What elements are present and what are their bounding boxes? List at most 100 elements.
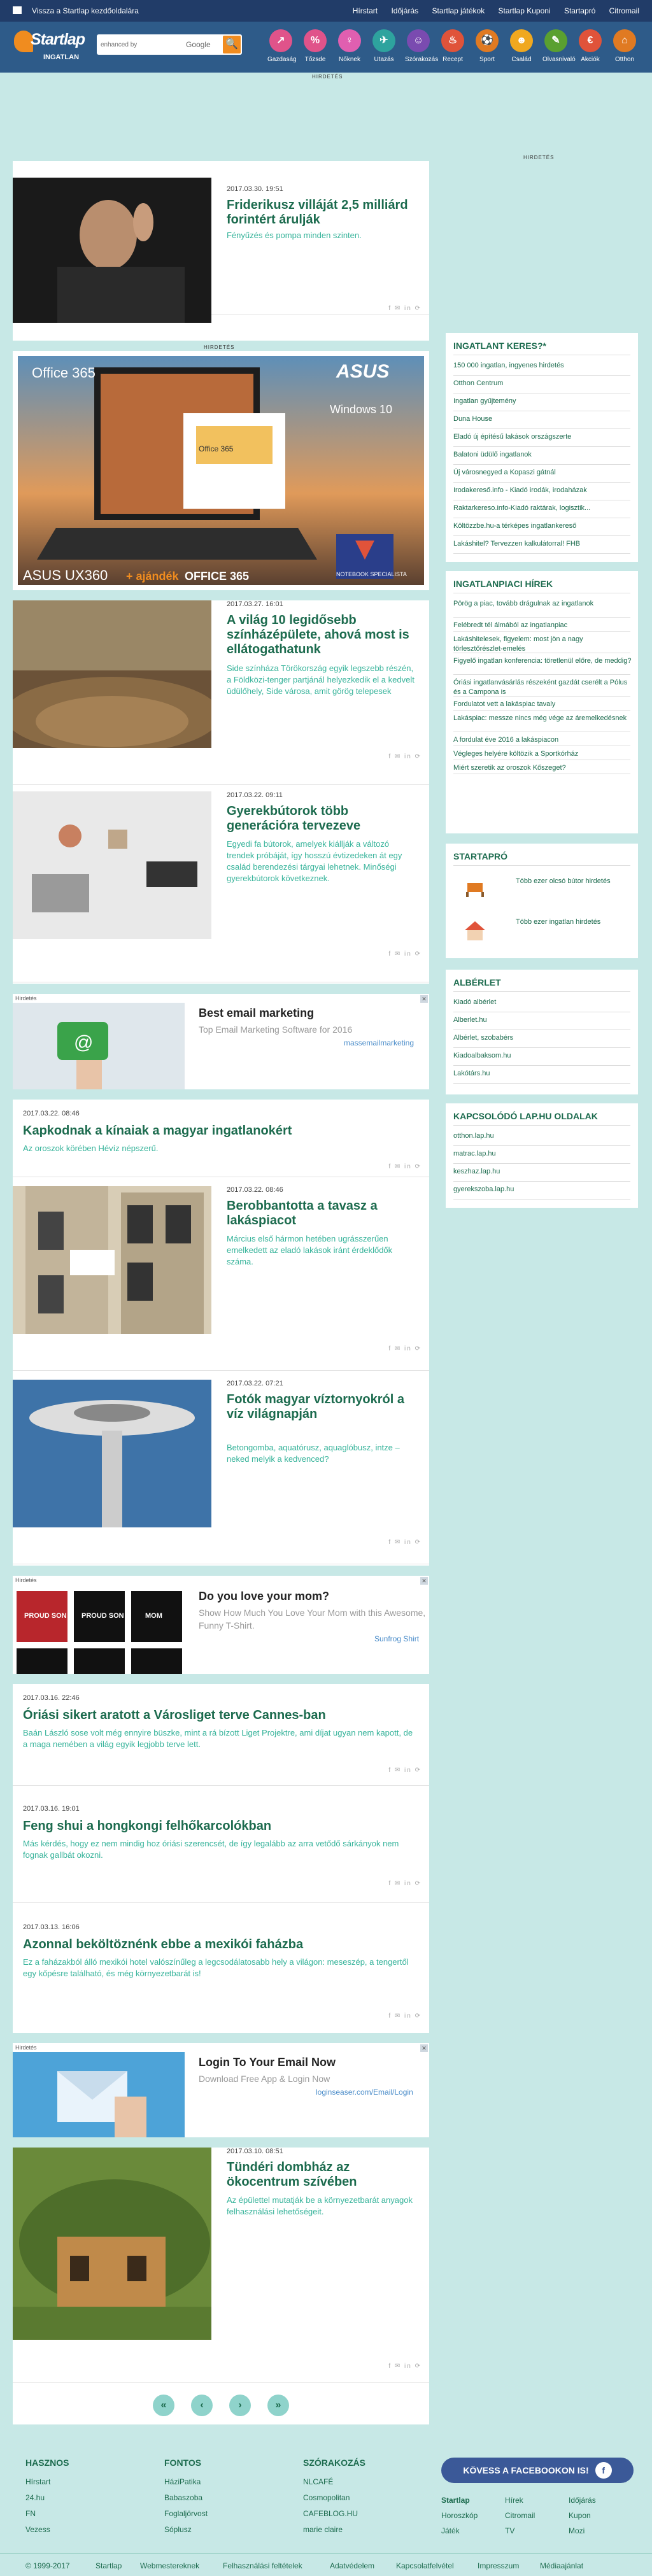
first-page-button[interactable]: « xyxy=(153,2395,174,2416)
sidebar-link[interactable]: Ingatlan gyűjtemény xyxy=(453,397,632,406)
article-card[interactable]: 2017.03.10. 08:51 Tündéri dombház az öko… xyxy=(13,2148,429,2383)
footer-link[interactable]: Foglaljörvost xyxy=(164,2506,208,2522)
share-icons[interactable]: f ✉ in ⟳ xyxy=(388,1163,422,1170)
native-ad[interactable]: Hirdetés ✕ PROUD SON PROUD SON MOM Do yo… xyxy=(13,1576,429,1684)
native-ad-title[interactable]: Login To Your Email Now xyxy=(199,2056,336,2069)
top-link-startapro[interactable]: Startapró xyxy=(564,6,595,15)
native-ad-title[interactable]: Best email marketing xyxy=(199,1007,314,1020)
sidebar-link[interactable]: Pörög a piac, tovább drágulnak az ingatl… xyxy=(453,599,632,609)
footer-link[interactable]: Startlap xyxy=(441,2496,470,2505)
next-page-button[interactable]: › xyxy=(229,2395,251,2416)
asus-banner-ad[interactable]: Office 365 ASUS Windows 10 Office 365 AS… xyxy=(13,351,429,590)
footer-link[interactable]: Vezess xyxy=(25,2522,69,2538)
category-nőknek[interactable]: ♀ Nőknek xyxy=(336,29,363,70)
sidebar-link[interactable]: Alberlet.hu xyxy=(453,1016,632,1025)
sidebar-link[interactable]: A fordulat éve 2016 a lakáspiacon xyxy=(453,735,632,745)
prev-page-button[interactable]: ‹ xyxy=(191,2395,213,2416)
sidebar-link[interactable]: Új városnegyed a Kopaszi gátnál xyxy=(453,468,632,478)
back-to-home-link[interactable]: Vissza a Startlap kezdőoldalára xyxy=(13,6,139,15)
sidebar-link[interactable]: Raktarkereso.info-Kiadó raktárak, logisz… xyxy=(453,504,632,513)
close-icon[interactable]: ✕ xyxy=(420,1577,428,1585)
sidebar-link[interactable]: keszhaz.lap.hu xyxy=(453,1167,632,1177)
sidebar-link[interactable]: gyerekszoba.lap.hu xyxy=(453,1185,632,1194)
article-card[interactable]: 2017.03.22. 09:11 Gyerekbútorok több gen… xyxy=(13,791,429,982)
footer-link[interactable]: Kapcsolatfelvétel xyxy=(396,2561,454,2570)
share-icons[interactable]: f ✉ in ⟳ xyxy=(388,1767,422,1774)
footer-link[interactable]: Játék xyxy=(441,2526,460,2535)
top-link-jatekok[interactable]: Startlap játékok xyxy=(432,6,485,15)
footer-link[interactable]: Adatvédelem xyxy=(330,2561,374,2570)
sidebar-link[interactable]: Lakótárs.hu xyxy=(453,1069,632,1079)
article-title[interactable]: Berobbantotta a tavasz a lakáspiacot xyxy=(227,1199,418,1228)
startlap-logo[interactable]: Startlap INGATLAN xyxy=(14,28,94,69)
footer-link[interactable]: 24.hu xyxy=(25,2490,69,2506)
article-title[interactable]: Friderikusz villáját 2,5 milliárd forint… xyxy=(227,198,418,227)
article-card[interactable]: 2017.03.30. 19:51 Friderikusz villáját 2… xyxy=(13,170,429,323)
category-gazdaság[interactable]: ↗ Gazdaság xyxy=(267,29,297,70)
footer-link[interactable]: Horoszkóp xyxy=(441,2511,478,2520)
sidebar-link[interactable]: Végleges helyére költözik a Sportkórház xyxy=(453,749,632,759)
footer-link[interactable]: FN xyxy=(25,2506,69,2522)
sidebar-link[interactable]: Duna House xyxy=(453,414,632,424)
sidebar-link[interactable]: Fordulatot vett a lakáspiac tavaly xyxy=(453,700,632,709)
category-sport[interactable]: ⚽ Sport xyxy=(474,29,500,70)
sidebar-link[interactable]: Lakáshitel? Tervezzen kalkulátorral! FHB xyxy=(453,539,632,549)
footer-link[interactable]: CAFEBLOG.HU xyxy=(303,2506,365,2522)
article-card[interactable]: 2017.03.13. 16:06 Azonnal beköltöznénk e… xyxy=(13,1913,429,2034)
startapro-link[interactable]: Több ezer olcsó bútor hirdetés xyxy=(516,877,630,886)
article-title[interactable]: Óriási sikert aratott a Városliget terve… xyxy=(23,1708,418,1723)
article-title[interactable]: Feng shui a hongkongi felhőkarcolókban xyxy=(23,1819,418,1834)
share-icons[interactable]: f ✉ in ⟳ xyxy=(388,1880,422,1887)
sidebar-link[interactable]: Lakáspiac: messze nincs még vége az árem… xyxy=(453,714,632,723)
article-card[interactable]: 2017.03.16. 22:46 Óriási sikert aratott … xyxy=(13,1684,429,1786)
share-icons[interactable]: f ✉ in ⟳ xyxy=(388,305,422,312)
sidebar-link[interactable]: Lakáshitelesek, figyelem: most jön a nag… xyxy=(453,635,632,654)
footer-link[interactable]: Impresszum xyxy=(478,2561,519,2570)
share-icons[interactable]: f ✉ in ⟳ xyxy=(388,2013,422,2020)
sidebar-link[interactable]: Eladó új építésű lakások országszerte xyxy=(453,432,632,442)
footer-link[interactable]: Hírstart xyxy=(25,2474,69,2490)
footer-link[interactable]: Sóplusz xyxy=(164,2522,208,2538)
article-card[interactable]: 2017.03.22. 08:46 Berobbantotta a tavasz… xyxy=(13,1186,429,1371)
share-icons[interactable]: f ✉ in ⟳ xyxy=(388,951,422,958)
category-tőzsde[interactable]: % Tőzsde xyxy=(302,29,329,70)
sidebar-link[interactable]: otthon.lap.hu xyxy=(453,1131,632,1141)
share-icons[interactable]: f ✉ in ⟳ xyxy=(388,753,422,760)
footer-link[interactable]: Citromail xyxy=(505,2511,535,2520)
close-icon[interactable]: ✕ xyxy=(420,2044,428,2052)
category-család[interactable]: ☻ Család xyxy=(508,29,535,70)
footer-link[interactable]: Babaszoba xyxy=(164,2490,208,2506)
startapro-link[interactable]: Több ezer ingatlan hirdetés xyxy=(516,917,630,927)
category-szórakozás[interactable]: ☺ Szórakozás xyxy=(405,29,438,70)
sidebar-link[interactable]: Óriási ingatlanvásárlás részeként gazdát… xyxy=(453,678,632,697)
top-link-idojaras[interactable]: Időjárás xyxy=(391,6,418,15)
sidebar-link[interactable]: Figyelő ingatlan konferencia: töretlenül… xyxy=(453,656,632,666)
native-ad[interactable]: Hirdetés ✕ Login To Your Email Now Downl… xyxy=(13,2043,429,2145)
article-title[interactable]: Tündéri dombház az ökocentrum szívében xyxy=(227,2160,418,2190)
article-card[interactable]: 2017.03.27. 16:01 A világ 10 legidősebb … xyxy=(13,600,429,785)
native-ad-url[interactable]: Sunfrog Shirt xyxy=(374,1634,419,1643)
footer-link[interactable]: Webmestereknek xyxy=(140,2561,199,2570)
sidebar-link[interactable]: Kiadoalbaksom.hu xyxy=(453,1051,632,1061)
sidebar-link[interactable]: Miért szeretik az oroszok Kőszeget? xyxy=(453,763,632,773)
article-title[interactable]: Gyerekbútorok több generációra tervezeve xyxy=(227,804,418,833)
sidebar-link[interactable]: Kiadó albérlet xyxy=(453,998,632,1007)
category-otthon[interactable]: ⌂ Otthon xyxy=(611,29,638,70)
search-input[interactable] xyxy=(101,38,183,51)
share-icons[interactable]: f ✉ in ⟳ xyxy=(388,1345,422,1352)
article-title[interactable]: Kapkodnak a kínaiak a magyar ingatlanoké… xyxy=(23,1124,418,1138)
native-ad-url[interactable]: loginseaser.com/Email/Login xyxy=(316,2088,413,2097)
share-icons[interactable]: f ✉ in ⟳ xyxy=(388,2363,422,2370)
footer-link[interactable]: Kupon xyxy=(569,2511,591,2520)
footer-link[interactable]: Időjárás xyxy=(569,2496,596,2505)
sidebar-link[interactable]: matrac.lap.hu xyxy=(453,1149,632,1159)
search-button[interactable]: 🔍 xyxy=(223,36,241,53)
last-page-button[interactable]: » xyxy=(267,2395,289,2416)
footer-link[interactable]: HáziPatika xyxy=(164,2474,208,2490)
footer-link[interactable]: marie claire xyxy=(303,2522,365,2538)
top-link-citromail[interactable]: Citromail xyxy=(609,6,639,15)
share-icons[interactable]: f ✉ in ⟳ xyxy=(388,1539,422,1546)
sidebar-link[interactable]: 150 000 ingatlan, ingyenes hirdetés xyxy=(453,361,632,371)
sidebar-link[interactable]: Otthon Centrum xyxy=(453,379,632,388)
footer-link[interactable]: Mozi xyxy=(569,2526,585,2535)
